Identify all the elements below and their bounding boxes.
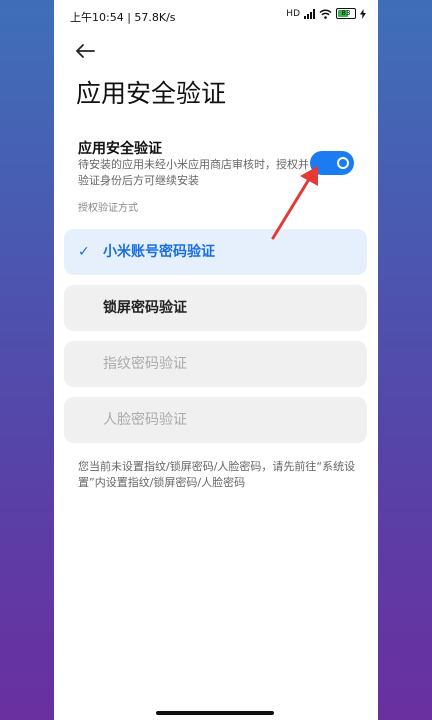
battery-icon: 83 [336, 8, 356, 19]
status-bar: 上午10:54 | 57.8K/s HD 83 [54, 0, 378, 32]
back-button[interactable] [72, 38, 98, 64]
status-icons: HD 83 [286, 8, 366, 19]
charging-icon [360, 8, 366, 19]
security-toggle[interactable] [310, 151, 354, 175]
toggle-knob [337, 157, 349, 169]
option-label: 小米账号密码验证 [103, 244, 215, 260]
method-section-label: 授权验证方式 [78, 203, 138, 214]
signal-icon [304, 8, 315, 19]
option-lockscreen-password[interactable]: 锁屏密码验证 [64, 285, 367, 331]
hd-icon: HD [286, 8, 300, 19]
security-title: 应用安全验证 [78, 141, 162, 157]
wifi-icon [319, 9, 332, 19]
back-arrow-icon [76, 44, 95, 58]
option-label: 人脸密码验证 [103, 412, 187, 428]
status-time: 上午10:54 | 57.8K/s [70, 11, 176, 24]
option-face-password[interactable]: 人脸密码验证 [64, 397, 367, 443]
setup-note: 您当前未设置指纹/锁屏密码/人脸密码，请先前往“系统设置”内设置指纹/锁屏密码/… [78, 460, 356, 489]
phone-screen: 上午10:54 | 57.8K/s HD 83 应用安全验证 应用安全验证 待安 [54, 0, 378, 720]
security-description: 待安装的应用未经小米应用商店审核时，授权并验证身份后方可继续安装 [78, 158, 309, 187]
option-mi-account-password[interactable]: ✓ 小米账号密码验证 [64, 229, 367, 275]
option-label: 锁屏密码验证 [103, 300, 187, 316]
check-icon: ✓ [78, 244, 90, 260]
option-fingerprint-password[interactable]: 指纹密码验证 [64, 341, 367, 387]
page-title: 应用安全验证 [76, 79, 227, 108]
option-label: 指纹密码验证 [103, 356, 187, 372]
home-indicator[interactable] [156, 711, 274, 715]
battery-level: 83 [341, 9, 351, 17]
